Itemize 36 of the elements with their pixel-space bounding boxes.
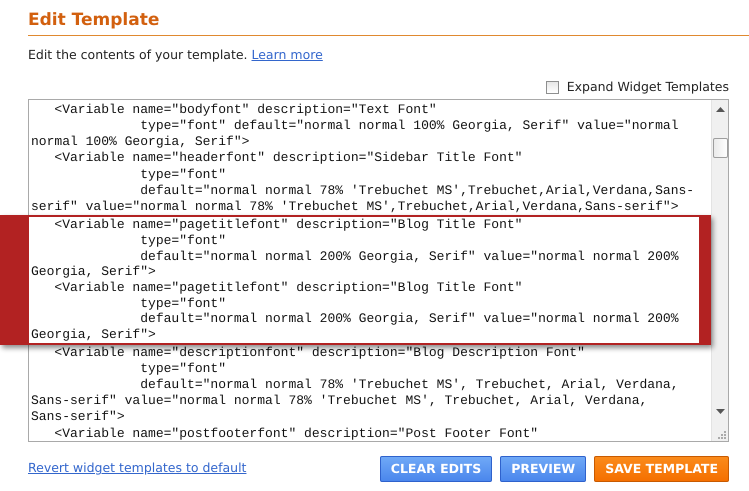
scroll-thumb[interactable] (712, 138, 728, 158)
code-line: <Variable name="pagetitlefont" description="Blog Title Font" (53, 280, 524, 296)
action-button[interactable]: SAVE TEMPLATE (594, 456, 729, 482)
code-line: type="font" default="normal normal 100% Georgia, Serif" value="normal (139, 118, 680, 134)
learn-more-link[interactable]: Learn more (252, 47, 323, 62)
code-line: Georgia, Serif"> (31, 264, 157, 280)
action-button[interactable]: CLEAR EDITS (380, 456, 492, 482)
code-line: <Variable name="bodyfont" description="Text Font" (53, 102, 438, 118)
code-line: Georgia, Serif"> (31, 327, 157, 343)
code-line: type="font" (139, 296, 228, 312)
code-line: <Variable name="pagetitlefont" description="Blog Title Font" (53, 217, 524, 234)
code-line: default="normal normal 200% Georgia, Serif" value="normal normal 200% (139, 248, 680, 264)
code-line: <Variable name="headerfont" description="Sidebar Title Font" (53, 150, 524, 166)
code-line: serif" value="normal normal 78% 'Trebuchet MS',Trebuchet,Arial,Verdana,Sans-serif"> (31, 198, 680, 216)
intro-text: Edit the contents of your template. (28, 47, 248, 62)
resize-grip-icon[interactable] (717, 430, 727, 440)
action-button[interactable]: PREVIEW (500, 456, 586, 482)
code-line: Sans-serif" value="normal normal 78% 'Trebuchet MS', Trebuchet, Arial, Verdana, (31, 393, 648, 410)
code-line: Sans-serif"> (31, 409, 126, 426)
code-line: type="font" (139, 166, 228, 183)
code-line: default="normal normal 78% 'Trebuchet MS', Trebuchet, Arial, Verdana, (139, 377, 680, 394)
checkbox-label: Expand Widget Templates (566, 78, 729, 96)
code-line: <Variable name="descriptionfont" description="Blog Description Font" (53, 344, 586, 361)
code-line: type="font" (139, 233, 228, 249)
scroll-up-icon[interactable] (716, 106, 724, 112)
code-line: normal 100% Georgia, Serif"> (31, 134, 250, 150)
scrollbar[interactable] (711, 100, 728, 441)
template-editor[interactable] (28, 98, 729, 442)
code-line: default="normal normal 78% 'Trebuchet MS',Trebuchet,Arial,Verdana,Sans- (139, 182, 696, 199)
code-line: <Variable name="postfooterfont" description="Post Footer Font" (53, 426, 540, 441)
code-line: type="font" (139, 360, 228, 378)
expand-checkbox[interactable] (546, 81, 559, 94)
code-line: default="normal normal 200% Georgia, Serif" value="normal normal 200% (139, 311, 680, 328)
page-title: Edit Template (28, 9, 160, 31)
scroll-down-icon[interactable] (716, 408, 724, 415)
revert-link[interactable]: Revert widget templates to default (28, 459, 246, 478)
